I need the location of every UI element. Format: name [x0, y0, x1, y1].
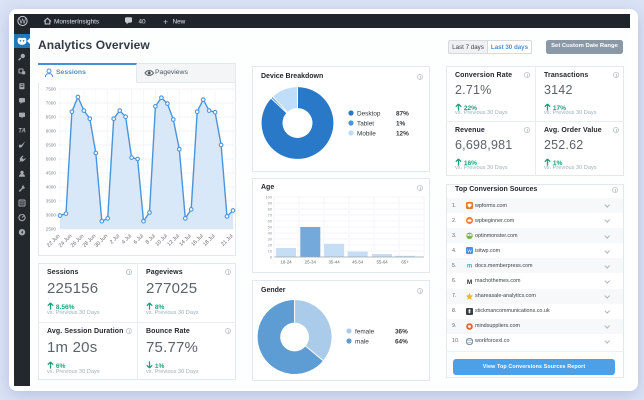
svg-text:10: 10: [268, 248, 273, 253]
svg-text:6500: 6500: [46, 115, 57, 120]
svg-text:+: +: [163, 16, 168, 26]
svg-text:5000: 5000: [46, 157, 57, 162]
svg-text:Mobile: Mobile: [357, 130, 376, 137]
svg-text:100: 100: [266, 194, 273, 199]
svg-text:36%: 36%: [395, 328, 408, 335]
svg-text:45-54: 45-54: [352, 260, 364, 265]
svg-text:30 Jun: 30 Jun: [94, 233, 110, 249]
svg-text:Desktop: Desktop: [357, 110, 381, 117]
svg-text:m: m: [467, 264, 472, 269]
svg-text:40: 40: [268, 230, 273, 235]
svg-text:80: 80: [268, 206, 273, 211]
svg-text:6000: 6000: [46, 129, 57, 134]
svg-text:25-34: 25-34: [305, 260, 317, 265]
svg-text:16 Jul: 16 Jul: [190, 233, 204, 247]
svg-text:18-24: 18-24: [280, 260, 292, 265]
svg-text:4000: 4000: [46, 185, 57, 190]
svg-text:4 Jul: 4 Jul: [121, 233, 133, 245]
svg-text:7000: 7000: [46, 101, 57, 106]
svg-text:TA: TA: [18, 128, 26, 134]
svg-text:3500: 3500: [46, 199, 57, 204]
svg-text:18 Jul: 18 Jul: [202, 233, 216, 247]
svg-text:2 Jul: 2 Jul: [109, 233, 121, 245]
svg-text:14 Jul: 14 Jul: [178, 233, 192, 247]
svg-text:70: 70: [268, 212, 273, 217]
svg-text:10 Jul: 10 Jul: [155, 233, 169, 247]
svg-text:W: W: [467, 249, 472, 254]
svg-text:55-64: 55-64: [376, 260, 388, 265]
svg-text:90: 90: [268, 200, 273, 205]
svg-text:20: 20: [268, 242, 273, 247]
svg-text:W: W: [19, 19, 26, 26]
svg-text:male: male: [355, 338, 369, 345]
svg-text:3000: 3000: [46, 213, 57, 218]
svg-text:7500: 7500: [46, 87, 57, 92]
svg-text:2500: 2500: [46, 227, 57, 232]
svg-text:60: 60: [268, 218, 273, 223]
svg-text:Tablet: Tablet: [357, 120, 374, 127]
svg-text:female: female: [355, 328, 375, 335]
svg-text:0: 0: [270, 254, 273, 259]
svg-text:40: 40: [139, 18, 147, 25]
svg-text:12 Jul: 12 Jul: [166, 233, 180, 247]
svg-text:New: New: [173, 18, 186, 25]
svg-text:4500: 4500: [46, 171, 57, 176]
svg-text:MonsterInsights: MonsterInsights: [54, 18, 99, 25]
svg-text:50: 50: [268, 224, 273, 229]
svg-text:5500: 5500: [46, 143, 57, 148]
svg-text:12%: 12%: [396, 130, 409, 137]
svg-text:M: M: [467, 278, 472, 284]
svg-text:1%: 1%: [396, 120, 406, 127]
svg-text:64%: 64%: [395, 338, 408, 345]
svg-text:21 Jul: 21 Jul: [220, 233, 234, 247]
svg-text:87%: 87%: [396, 110, 409, 117]
svg-text:65+: 65+: [401, 260, 409, 265]
svg-text:30: 30: [268, 236, 273, 241]
svg-text:35-44: 35-44: [328, 260, 340, 265]
svg-text:6 Jul: 6 Jul: [133, 233, 145, 245]
